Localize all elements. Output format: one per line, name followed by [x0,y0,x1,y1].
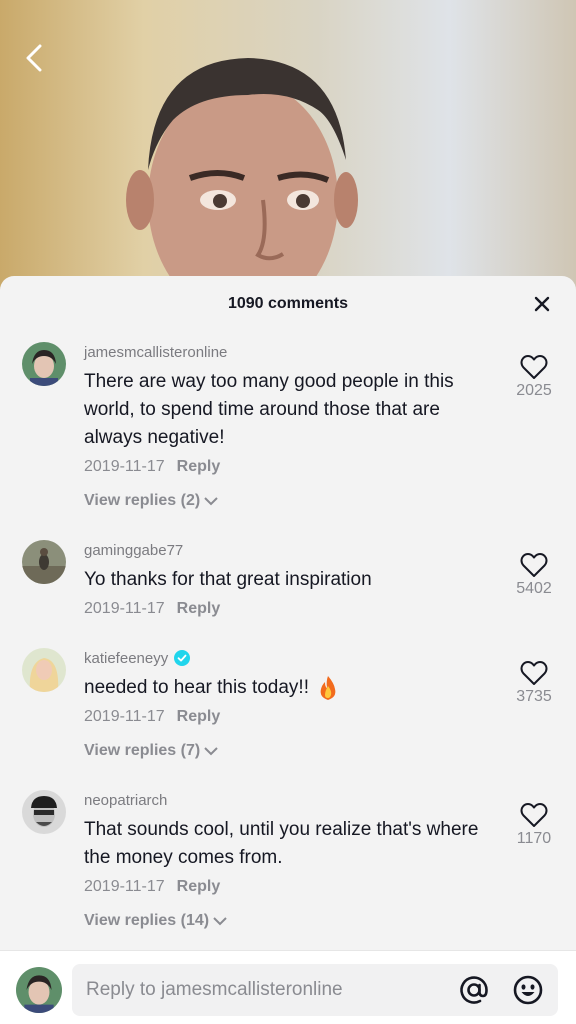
comment-text: There are way too many good people in th… [84,371,454,448]
reply-button[interactable]: Reply [177,600,221,618]
close-button[interactable] [530,292,554,316]
heart-outline-icon[interactable] [520,802,548,828]
heart-outline-icon[interactable] [520,552,548,578]
comment-date: 2019-11-17 [84,708,165,725]
like-control: 1170 [504,802,564,848]
comment-username[interactable]: katiefeeneyy [84,648,494,668]
view-replies-button[interactable]: View replies (7) [84,742,494,760]
user-avatar-image [22,790,66,834]
mention-button[interactable] [458,974,490,1006]
comment-text: needed to hear this today!! [84,674,494,702]
chevron-down-icon [213,917,227,926]
like-control: 2025 [504,354,564,400]
video-player[interactable] [0,0,576,290]
comments-count-title: 1090 comments [227,295,349,312]
reply-input[interactable] [86,979,446,1001]
smiley-icon [513,975,543,1005]
current-user-avatar-image [16,967,62,1013]
chevron-down-icon [204,497,218,506]
verified-badge-icon [174,650,191,666]
close-icon [534,296,550,312]
user-avatar-image [22,648,66,692]
avatar [16,967,62,1013]
comment-date: 2019-11-17 [84,600,165,617]
back-button[interactable] [18,42,50,74]
avatar[interactable] [22,540,66,584]
video-person-image [126,58,358,290]
like-count: 2025 [516,382,552,399]
heart-outline-icon[interactable] [520,354,548,380]
view-replies-button[interactable]: View replies (2) [84,492,494,510]
like-control: 5402 [504,552,564,598]
chevron-down-icon [204,747,218,756]
reply-bar [0,950,576,1024]
comment-username[interactable]: jamesmcallisteronline [84,342,494,362]
comment-username[interactable]: gaminggabe77 [84,540,494,560]
reply-button[interactable]: Reply [177,458,221,476]
avatar[interactable] [22,648,66,692]
avatar[interactable] [22,790,66,834]
comments-sheet: 1090 comments jamesmcallisteronline Ther… [0,276,576,1024]
chevron-left-icon [26,44,42,72]
comment-text: That sounds cool, until you realize that… [84,819,479,868]
like-count: 1170 [516,830,552,847]
reply-input-container [72,964,558,1016]
user-avatar-image [22,342,66,386]
comments-header: 1090 comments [0,276,576,332]
at-sign-icon [460,976,488,1004]
fire-emoji [320,676,336,700]
emoji-button[interactable] [512,974,544,1006]
comment-date: 2019-11-17 [84,878,165,895]
avatar[interactable] [22,342,66,386]
heart-outline-icon[interactable] [520,660,548,686]
view-replies-button[interactable]: View replies (14) [84,912,494,930]
comment-username[interactable]: neopatriarch [84,790,494,810]
comment-date: 2019-11-17 [84,458,165,475]
reply-button[interactable]: Reply [177,708,221,726]
like-count: 5402 [516,580,552,597]
like-count: 3735 [516,688,552,705]
like-control: 3735 [504,660,564,706]
comment-text: Yo thanks for that great inspiration [84,569,372,590]
reply-button[interactable]: Reply [177,878,221,896]
user-avatar-image [22,540,66,584]
